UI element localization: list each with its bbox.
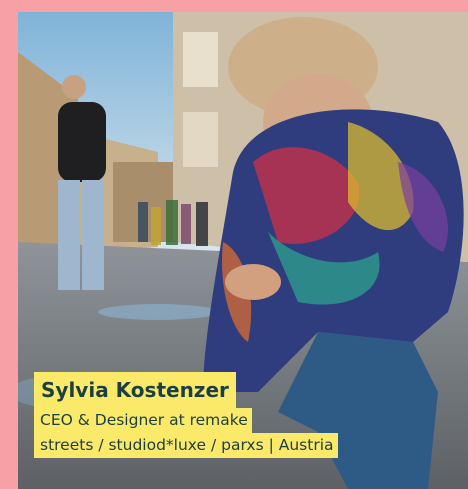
person-name: Sylvia Kostenzer xyxy=(34,372,236,408)
caption-block: Sylvia Kostenzer CEO & Designer at remak… xyxy=(34,372,338,458)
person-title-line-1: CEO & Designer at remake xyxy=(34,408,252,433)
person-title-line-2: streets / studiod*luxe / parxs | Austria xyxy=(34,433,338,458)
